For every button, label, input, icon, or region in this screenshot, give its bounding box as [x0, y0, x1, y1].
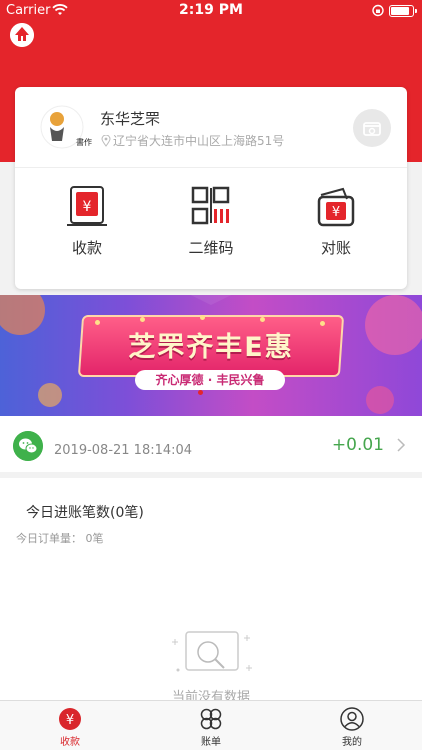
- qr-code-icon: [191, 186, 230, 225]
- tab-collect-label: 收款: [60, 737, 80, 748]
- promo-banner[interactable]: 芝罘齐丰E惠 齐心厚德 · 丰民兴鲁: [0, 295, 422, 416]
- merchant-address: 辽宁省大连市中山区上海路51号: [101, 132, 284, 149]
- today-orders-label: 今日订单量： 0笔: [16, 532, 104, 545]
- merchant-name: 东华芝罘: [100, 110, 161, 128]
- empty-data-icon: [172, 631, 252, 672]
- today-stats-panel: 今日进账笔数(0笔) 今日订单量： 0笔 当前没有数据: [0, 478, 422, 705]
- reconcile-button[interactable]: ¥ 对账: [281, 185, 391, 265]
- reconcile-label: 对账: [320, 239, 351, 257]
- svg-text:¥: ¥: [332, 205, 340, 220]
- svg-text:書作: 書作: [76, 137, 92, 147]
- today-count-title: 今日进账笔数(0笔): [26, 505, 144, 521]
- clock: 2:19 PM: [179, 2, 243, 18]
- qr-code-button[interactable]: 二维码: [156, 185, 266, 265]
- transaction-datetime: 2019-08-21 18:14:04: [54, 443, 193, 458]
- merchant-card: 書作 东华芝罘 辽宁省大连市中山区上海路51号 ¥ 收款 二维码 ¥ 对账: [15, 87, 407, 289]
- collect-payment-button[interactable]: ¥ 收款: [32, 185, 142, 265]
- clover-icon: [200, 708, 222, 730]
- tab-profile-label: 我的: [342, 737, 362, 748]
- qr-code-label: 二维码: [188, 239, 234, 257]
- rotation-lock-icon: [372, 4, 384, 17]
- transaction-amount: +0.01: [331, 435, 384, 455]
- svg-text:¥: ¥: [66, 713, 74, 728]
- tab-bar: ¥ 收款 账单 我的: [0, 700, 422, 750]
- svg-text:¥: ¥: [83, 199, 92, 215]
- app-logo-icon: [10, 23, 34, 47]
- store-icon: [363, 122, 381, 136]
- wechat-icon: [13, 431, 43, 461]
- user-icon: [340, 707, 364, 731]
- transaction-row[interactable]: 2019-08-21 18:14:04 +0.01: [0, 416, 422, 472]
- banner-title: 芝罘齐丰E惠: [128, 332, 294, 363]
- merchant-address-text: 辽宁省大连市中山区上海路51号: [113, 134, 285, 148]
- banner-page-indicator: [198, 390, 203, 395]
- payment-receipt-icon: ¥: [67, 186, 107, 226]
- tab-collect[interactable]: ¥ 收款: [0, 701, 140, 750]
- tab-profile[interactable]: 我的: [282, 701, 422, 750]
- battery-icon: [389, 5, 417, 17]
- chevron-right-icon: [397, 438, 406, 452]
- banner-subtitle: 齐心厚德 · 丰民兴鲁: [135, 370, 285, 390]
- tab-bills-label: 账单: [201, 737, 221, 748]
- tab-bills[interactable]: 账单: [141, 701, 281, 750]
- collect-payment-label: 收款: [71, 239, 102, 257]
- merchant-avatar: 書作: [40, 105, 92, 149]
- reconcile-icon: ¥: [317, 187, 355, 227]
- card-divider: [15, 167, 407, 168]
- yuan-icon: ¥: [59, 708, 81, 730]
- status-bar: Carrier 2:19 PM: [0, 0, 422, 22]
- location-pin-icon: [101, 134, 111, 147]
- store-settings-button[interactable]: [353, 109, 391, 147]
